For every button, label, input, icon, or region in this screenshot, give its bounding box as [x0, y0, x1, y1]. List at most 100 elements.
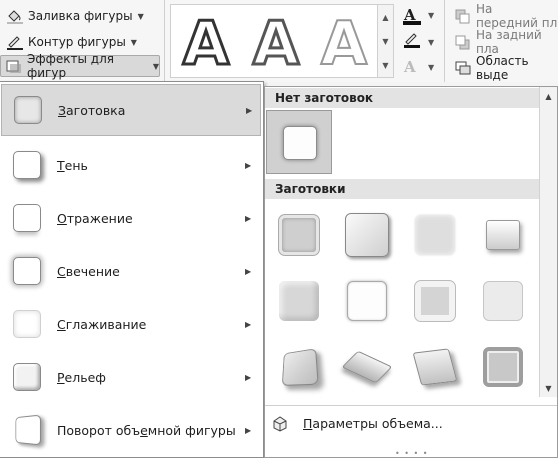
preset-tile[interactable]	[411, 343, 459, 391]
accel-key: З	[58, 102, 67, 118]
chevron-down-icon[interactable]: ▼	[138, 12, 144, 21]
gallery-scroll-up-button[interactable]: ▲	[377, 5, 393, 29]
menu-item-glow[interactable]: Свечение ▶	[1, 245, 261, 297]
chevron-down-icon[interactable]: ▼	[428, 11, 434, 20]
preset-tile[interactable]	[479, 211, 527, 259]
bring-forward-button[interactable]: На передний пл	[450, 2, 558, 30]
ribbon-divider	[164, 0, 165, 82]
preset-shape	[279, 215, 319, 255]
chevron-down-icon[interactable]: ▼	[153, 62, 159, 71]
accel-key: С	[57, 263, 66, 279]
pencil-icon	[403, 32, 421, 52]
menu-item-shadow[interactable]: Тень ▶	[1, 139, 261, 191]
accel-key: Т	[57, 157, 65, 173]
selection-pane-icon	[454, 60, 472, 76]
shape-fill-button[interactable]: Заливка фигуры ▼	[2, 5, 144, 27]
menu-item-label: тражение	[66, 210, 133, 226]
gallery-more-button[interactable]: ▼	[377, 53, 393, 77]
preset-tile[interactable]	[479, 343, 527, 391]
preset-effect-icon	[14, 96, 42, 124]
menu-item-label: мной фигуры	[147, 422, 236, 438]
wordart-style-item[interactable]: A	[175, 11, 237, 73]
preset-shape	[345, 213, 389, 257]
text-effects-letter: A	[404, 58, 416, 76]
wordart-style-item[interactable]: A	[245, 11, 307, 73]
shape-effects-button[interactable]: Эффекты для фигур ▼	[0, 52, 160, 80]
send-backward-button[interactable]: На задний пла	[450, 28, 558, 56]
preset-tile[interactable]	[343, 211, 391, 259]
preset-shape	[415, 215, 455, 255]
reflection-effect-icon	[13, 204, 41, 232]
preset-tile[interactable]	[275, 211, 323, 259]
wordart-styles-gallery[interactable]: A A A ▲ ▼ ▼	[170, 4, 394, 78]
menu-item-label: ень	[64, 157, 88, 173]
menu-item-label: ельеф	[64, 369, 106, 385]
resize-grip[interactable]: • • • •	[395, 449, 429, 458]
selection-pane-label: Область выде	[476, 54, 529, 82]
ribbon: Заливка фигуры ▼ Контур фигуры ▼ Эффекты…	[0, 0, 558, 82]
submenu-arrow-icon: ▶	[245, 266, 252, 276]
menu-item-reflection[interactable]: Отражение ▶	[1, 192, 261, 244]
preset-tile[interactable]	[275, 343, 323, 391]
no-preset-shape	[283, 126, 317, 160]
preset-shape	[483, 347, 523, 387]
no-preset-tile[interactable]	[266, 110, 332, 174]
glow-effect-icon	[13, 257, 41, 285]
submenu-arrow-icon: ▶	[245, 213, 252, 223]
menu-item-bevel[interactable]: Рельеф ▶	[1, 351, 261, 403]
submenu-arrow-icon: ▶	[245, 319, 252, 329]
bevel-effect-icon	[13, 363, 41, 391]
menu-item-label: вечение	[65, 263, 120, 279]
menu-item-preset[interactable]: Заготовка ▶	[1, 84, 261, 136]
wordart-style-item[interactable]: A	[313, 11, 375, 73]
menu-item-3d-rotation[interactable]: Поворот объемной фигуры ▶	[1, 404, 261, 456]
menu-item-label: глаживание	[65, 316, 147, 332]
text-fill-button[interactable]: A ▼	[398, 4, 438, 26]
preset-shape	[347, 281, 387, 321]
preset-tile[interactable]	[411, 211, 459, 259]
text-effects-button[interactable]: A ▼	[398, 56, 438, 78]
gallery-scroll-down-button[interactable]: ▼	[377, 29, 393, 53]
wordart-letter: A	[183, 12, 230, 72]
3d-rotation-effect-icon	[15, 414, 42, 446]
wordart-letter: A	[321, 12, 368, 72]
send-backward-label: На задний пла	[476, 28, 542, 56]
3d-options-icon	[271, 415, 289, 433]
submenu-arrow-icon: ▶	[245, 425, 252, 435]
text-outline-button[interactable]: ▼	[398, 31, 438, 53]
preset-shape	[412, 348, 458, 386]
preset-tile[interactable]	[411, 277, 459, 325]
submenu-arrow-icon: ▶	[245, 160, 252, 170]
send-backward-icon	[454, 34, 472, 50]
shape-effects-menu: Заготовка ▶ Тень ▶ Отражение ▶ Свечение …	[0, 81, 264, 458]
preset-shape	[281, 348, 319, 386]
chevron-down-icon[interactable]: ▼	[428, 38, 434, 47]
accel-key: О	[57, 210, 67, 226]
preset-shape	[483, 281, 523, 321]
preset-tile[interactable]	[341, 343, 393, 391]
scroll-down-button[interactable]: ▼	[540, 380, 557, 396]
preset-tile[interactable]	[275, 277, 323, 325]
scroll-up-button[interactable]: ▲	[540, 88, 557, 104]
3d-options-menu-item[interactable]: Параметры объема...	[265, 405, 557, 441]
chevron-down-icon[interactable]: ▼	[428, 63, 434, 72]
soft-edges-effect-icon	[13, 310, 41, 338]
shape-outline-button[interactable]: Контур фигуры ▼	[2, 31, 137, 53]
menu-item-soft-edges[interactable]: Сглаживание ▶	[1, 298, 261, 350]
shape-effects-label: Эффекты для фигур	[27, 52, 114, 80]
chevron-down-icon[interactable]: ▼	[131, 38, 137, 47]
preset-shape	[341, 350, 393, 384]
submenu-arrow-icon: ▶	[246, 105, 253, 115]
shadow-effect-icon	[13, 151, 41, 179]
preset-shape	[486, 220, 520, 250]
shape-outline-label: Контур фигуры	[28, 35, 126, 49]
paint-bucket-icon	[6, 8, 24, 24]
preset-tile[interactable]	[479, 277, 527, 325]
shape-fill-label: Заливка фигуры	[28, 9, 133, 23]
bring-forward-label: На передний пл	[476, 2, 558, 30]
preset-shape	[415, 281, 455, 321]
accel-key: Р	[57, 369, 65, 385]
presets-scrollbar[interactable]: ▲ ▼	[539, 87, 557, 397]
selection-pane-button[interactable]: Область выде	[450, 54, 558, 82]
preset-tile[interactable]	[343, 277, 391, 325]
